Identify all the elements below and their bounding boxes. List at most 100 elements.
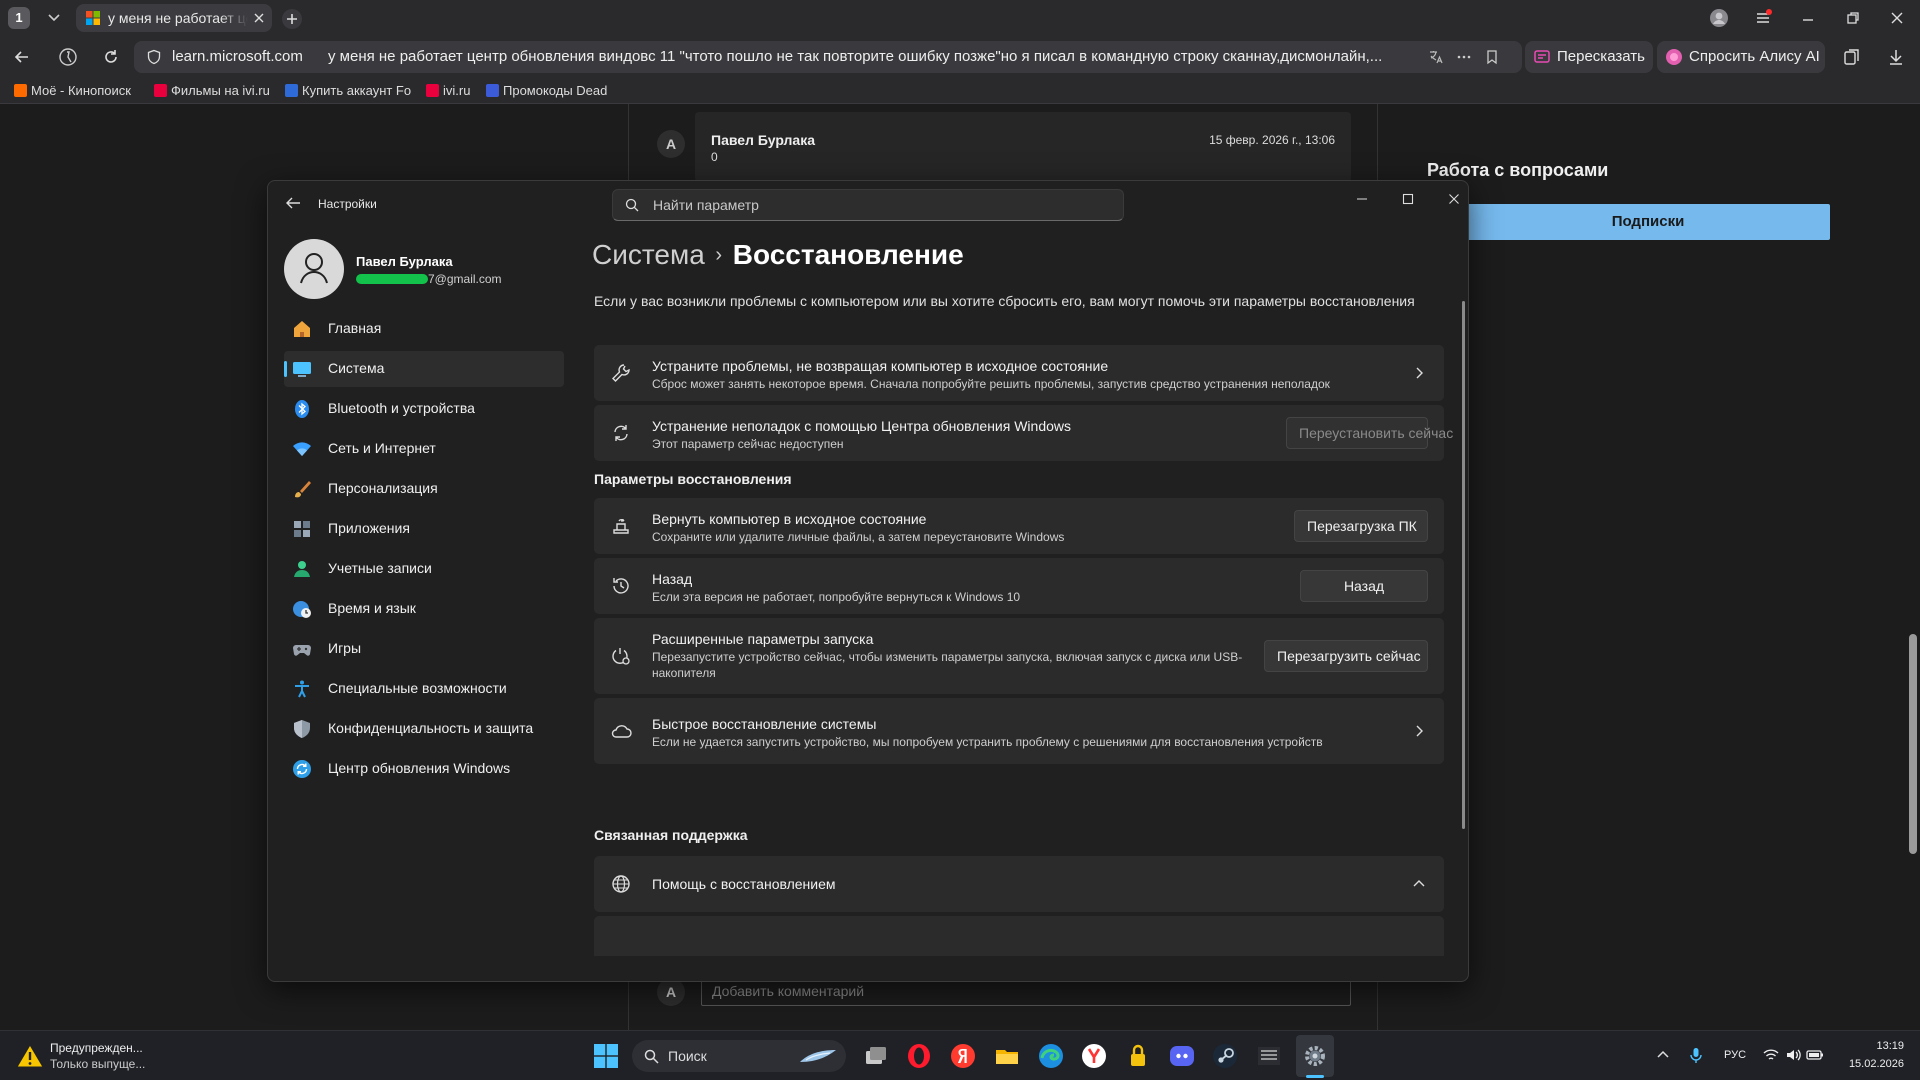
taskbar-search-label: Поиск xyxy=(668,1048,707,1064)
menu-icon[interactable] xyxy=(1754,8,1774,28)
nav-item-privacy[interactable]: Конфиденциальность и защита xyxy=(284,711,564,747)
bookmark-ivi-films[interactable]: Фильмы на ivi.ru xyxy=(154,83,278,101)
nav-item-bluetooth[interactable]: Bluetooth и устройства xyxy=(284,391,564,427)
back-icon[interactable] xyxy=(12,47,32,67)
profile-avatar[interactable] xyxy=(284,239,344,299)
nav-item-system[interactable]: Система xyxy=(284,351,564,387)
clock-date[interactable]: 15.02.2026 xyxy=(1834,1058,1904,1070)
quick-recovery-card[interactable]: Быстрое восстановление системы Если не у… xyxy=(594,698,1444,764)
collections-icon[interactable] xyxy=(1842,47,1862,67)
settings-scrollbar[interactable] xyxy=(1462,301,1465,829)
nav-item-home[interactable]: Главная xyxy=(284,311,564,347)
ask-alice-label: Спросить Алису AI xyxy=(1689,48,1820,65)
nav-item-gaming[interactable]: Игры xyxy=(284,631,564,667)
microphone-icon[interactable] xyxy=(1687,1046,1705,1064)
ivi-icon xyxy=(426,84,439,97)
advanced-startup-icon xyxy=(612,648,630,665)
task-view-icon[interactable] xyxy=(862,1042,890,1070)
chevron-up-icon[interactable] xyxy=(1654,1046,1672,1064)
search-icon xyxy=(625,198,639,212)
close-window-icon[interactable] xyxy=(1887,8,1907,28)
wifi-icon[interactable] xyxy=(1762,1046,1780,1064)
warning-icon[interactable] xyxy=(16,1043,44,1069)
file-explorer-icon[interactable] xyxy=(993,1042,1021,1070)
settings-window: Настройки Найти параметр Павел Бурлака 7… xyxy=(267,180,1469,982)
bookmark-buy-account[interactable]: Купить аккаунт Fo xyxy=(285,83,412,101)
address-bar[interactable]: learn.microsoft.com у меня не работает ц… xyxy=(134,41,1522,73)
browser-tab-active[interactable]: у меня не работает центр обновления xyxy=(76,4,272,32)
profile-name: Павел Бурлака xyxy=(356,254,453,269)
input-language[interactable]: РУС xyxy=(1724,1049,1746,1061)
plus-icon[interactable] xyxy=(281,8,303,30)
microsoft-logo-icon xyxy=(86,11,100,25)
site-security-icon[interactable] xyxy=(146,49,162,65)
comment-placeholder: Добавить комментарий xyxy=(712,983,865,999)
clock-time[interactable]: 13:19 xyxy=(1856,1040,1904,1052)
minimize-icon[interactable] xyxy=(1354,191,1370,207)
back-arrow-icon[interactable] xyxy=(284,195,302,211)
chevron-down-icon[interactable] xyxy=(44,10,64,26)
scrollbar-thumb[interactable] xyxy=(1909,634,1917,854)
translate-icon[interactable] xyxy=(1428,49,1444,65)
minimize-icon[interactable] xyxy=(1798,8,1818,28)
breadcrumb-parent[interactable]: Система xyxy=(592,239,705,270)
opera-icon[interactable] xyxy=(905,1042,933,1070)
discord-icon[interactable] xyxy=(1168,1042,1196,1070)
nav-item-time-language[interactable]: Время и язык xyxy=(284,591,564,627)
settings-search-input[interactable]: Найти параметр xyxy=(612,189,1124,221)
yandex-protect-icon[interactable] xyxy=(58,47,78,67)
card-title: Помощь с восстановлением xyxy=(652,876,836,892)
restart-now-button[interactable]: Перезагрузить сейчас xyxy=(1264,640,1428,672)
restore-icon[interactable] xyxy=(1843,8,1863,28)
subscriptions-button[interactable]: Подписки xyxy=(1466,204,1830,240)
notification-title[interactable]: Предупрежден... xyxy=(50,1041,143,1055)
notification-subtitle[interactable]: Только выпуще... xyxy=(50,1057,145,1071)
nav-item-accessibility[interactable]: Специальные возможности xyxy=(284,671,564,707)
nav-item-personalization[interactable]: Персонализация xyxy=(284,471,564,507)
bookmark-ivi[interactable]: ivi.ru xyxy=(426,83,486,101)
more-dots-icon[interactable] xyxy=(1456,49,1472,65)
taskbar-search[interactable]: Поиск xyxy=(632,1040,846,1072)
reset-pc-button[interactable]: Перезагрузка ПК xyxy=(1294,510,1428,542)
help-recovery-card[interactable]: Помощь с восстановлением xyxy=(594,856,1444,912)
nav-item-windows-update[interactable]: Центр обновления Windows xyxy=(284,751,564,787)
edge-icon[interactable] xyxy=(1037,1042,1065,1070)
card-subtitle: Сохраните или удалите личные файлы, а за… xyxy=(652,530,1065,544)
yandex-browser-icon[interactable] xyxy=(949,1042,977,1070)
retell-button[interactable]: Пересказать xyxy=(1525,41,1653,73)
active-app-indicator xyxy=(1306,1075,1324,1078)
reload-icon[interactable] xyxy=(101,47,121,67)
bookmark-label: Купить аккаунт Fo xyxy=(302,83,412,98)
game-app-icon[interactable] xyxy=(1255,1042,1283,1070)
nav-item-apps[interactable]: Приложения xyxy=(284,511,564,547)
nav-item-accounts[interactable]: Учетные записи xyxy=(284,551,564,587)
steam-icon[interactable] xyxy=(1211,1042,1239,1070)
yandex-music-icon[interactable] xyxy=(1080,1042,1108,1070)
download-icon[interactable] xyxy=(1886,47,1906,67)
settings-gear-icon[interactable] xyxy=(1301,1042,1329,1070)
comment-author[interactable]: Павел Бурлака xyxy=(711,132,815,148)
lock-app-icon[interactable] xyxy=(1124,1042,1152,1070)
maximize-icon[interactable] xyxy=(1400,191,1416,207)
bookmark-icon[interactable] xyxy=(1484,49,1500,65)
volume-icon[interactable] xyxy=(1784,1046,1802,1064)
tab-counter-button[interactable]: 1 xyxy=(8,7,30,29)
user-icon xyxy=(300,253,328,284)
bookmark-kinopoisk[interactable]: Моё - Кинопоиск xyxy=(14,83,140,101)
bookmark-promocodes[interactable]: Промокоды Dead xyxy=(486,83,610,101)
go-back-button[interactable]: Назад xyxy=(1300,570,1428,602)
go-back-card: Назад Если эта версия не работает, попро… xyxy=(594,558,1444,614)
card-subtitle: Если эта версия не работает, попробуйте … xyxy=(652,590,1021,604)
bookmark-label: Промокоды Dead xyxy=(503,83,608,98)
page-scrollbar[interactable] xyxy=(1906,104,1920,1030)
windows-start-icon[interactable] xyxy=(594,1044,618,1068)
profile-icon[interactable] xyxy=(1709,8,1729,28)
ask-alice-button[interactable]: Спросить Алису AI xyxy=(1657,41,1825,73)
battery-icon[interactable] xyxy=(1806,1046,1824,1064)
close-icon[interactable] xyxy=(252,11,266,25)
nav-item-network[interactable]: Сеть и Интернет xyxy=(284,431,564,467)
close-icon[interactable] xyxy=(1446,191,1462,207)
fix-problems-card[interactable]: Устраните проблемы, не возвращая компьют… xyxy=(594,345,1444,401)
reinstall-now-button[interactable]: Переустановить сейчас xyxy=(1286,417,1453,449)
retell-label: Пересказать xyxy=(1557,48,1645,65)
